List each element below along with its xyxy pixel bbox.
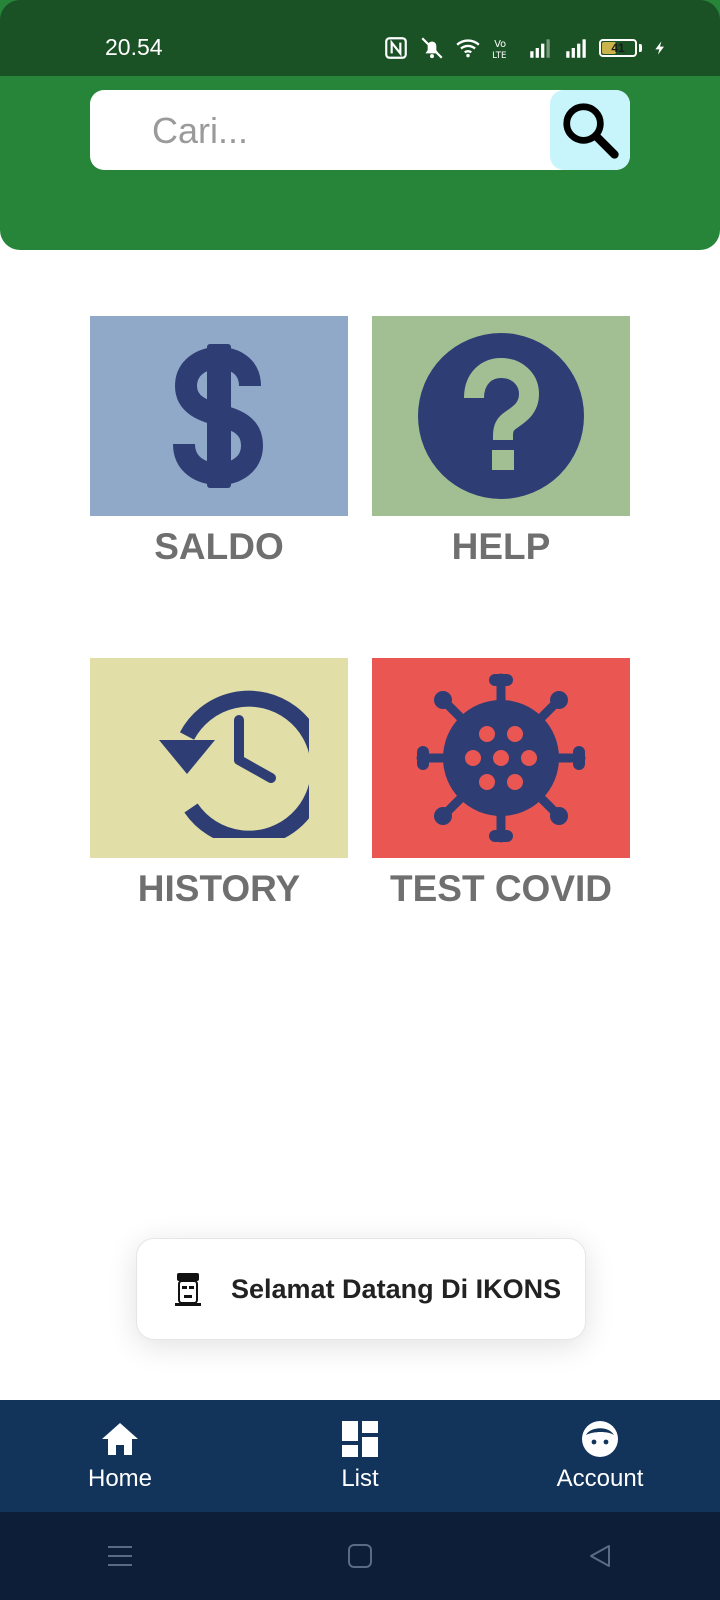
saldo-label: SALDO — [154, 526, 284, 567]
battery-level: 41 — [611, 41, 625, 55]
svg-text:Vo: Vo — [494, 39, 506, 50]
battery-icon: 41 — [599, 39, 637, 57]
dollar-icon — [173, 344, 264, 488]
wifi-icon — [456, 39, 480, 58]
bottom-navigation: Home List Account — [0, 1400, 720, 1512]
system-navigation — [0, 1512, 720, 1600]
search-button[interactable] — [550, 90, 630, 170]
silent-bell-icon — [421, 37, 443, 59]
volte-icon: VoLTE — [492, 39, 506, 61]
home-icon — [102, 1423, 138, 1455]
charging-icon — [655, 41, 664, 55]
back-icon — [590, 1545, 610, 1567]
signal-icon — [566, 39, 586, 58]
search-bar — [90, 90, 630, 170]
history-tile[interactable] — [90, 658, 348, 858]
svg-text:LTE: LTE — [492, 51, 506, 61]
home-square-icon — [348, 1544, 372, 1568]
search-input[interactable] — [150, 90, 554, 170]
system-menu-button[interactable] — [0, 1544, 240, 1568]
history-icon — [159, 690, 309, 838]
system-back-button[interactable] — [480, 1543, 720, 1569]
test-covid-label: TEST COVID — [389, 868, 613, 909]
nav-home-label: Home — [87, 1465, 153, 1492]
app-logo-icon — [175, 1273, 201, 1306]
status-icons: Vo LTE 41 — [383, 34, 668, 62]
nav-list[interactable]: List — [240, 1400, 480, 1512]
help-tile[interactable] — [372, 316, 630, 516]
welcome-toast: Selamat Datang Di IKONS — [136, 1238, 586, 1340]
dashboard-icon — [342, 1421, 378, 1457]
nav-home[interactable]: Home — [0, 1400, 240, 1512]
nav-list-label: List — [341, 1465, 379, 1492]
toast-message: Selamat Datang Di IKONS — [231, 1273, 562, 1304]
status-bar: 20.54 Vo LTE 41 — [0, 0, 720, 76]
menu-icon — [108, 1546, 132, 1566]
nfc-icon — [385, 37, 407, 59]
status-time: 20.54 — [105, 34, 163, 60]
help-icon — [418, 333, 584, 499]
nav-account[interactable]: Account — [480, 1400, 720, 1512]
test-covid-tile[interactable] — [372, 658, 630, 858]
face-icon — [582, 1421, 618, 1457]
virus-icon — [416, 673, 586, 843]
history-label: HISTORY — [137, 868, 301, 909]
help-label: HELP — [451, 526, 551, 567]
saldo-tile[interactable] — [90, 316, 348, 516]
battery-tip — [639, 44, 642, 52]
system-home-button[interactable] — [240, 1543, 480, 1569]
search-icon — [563, 103, 619, 159]
nav-account-label: Account — [556, 1465, 644, 1492]
signal-icon — [530, 39, 550, 58]
